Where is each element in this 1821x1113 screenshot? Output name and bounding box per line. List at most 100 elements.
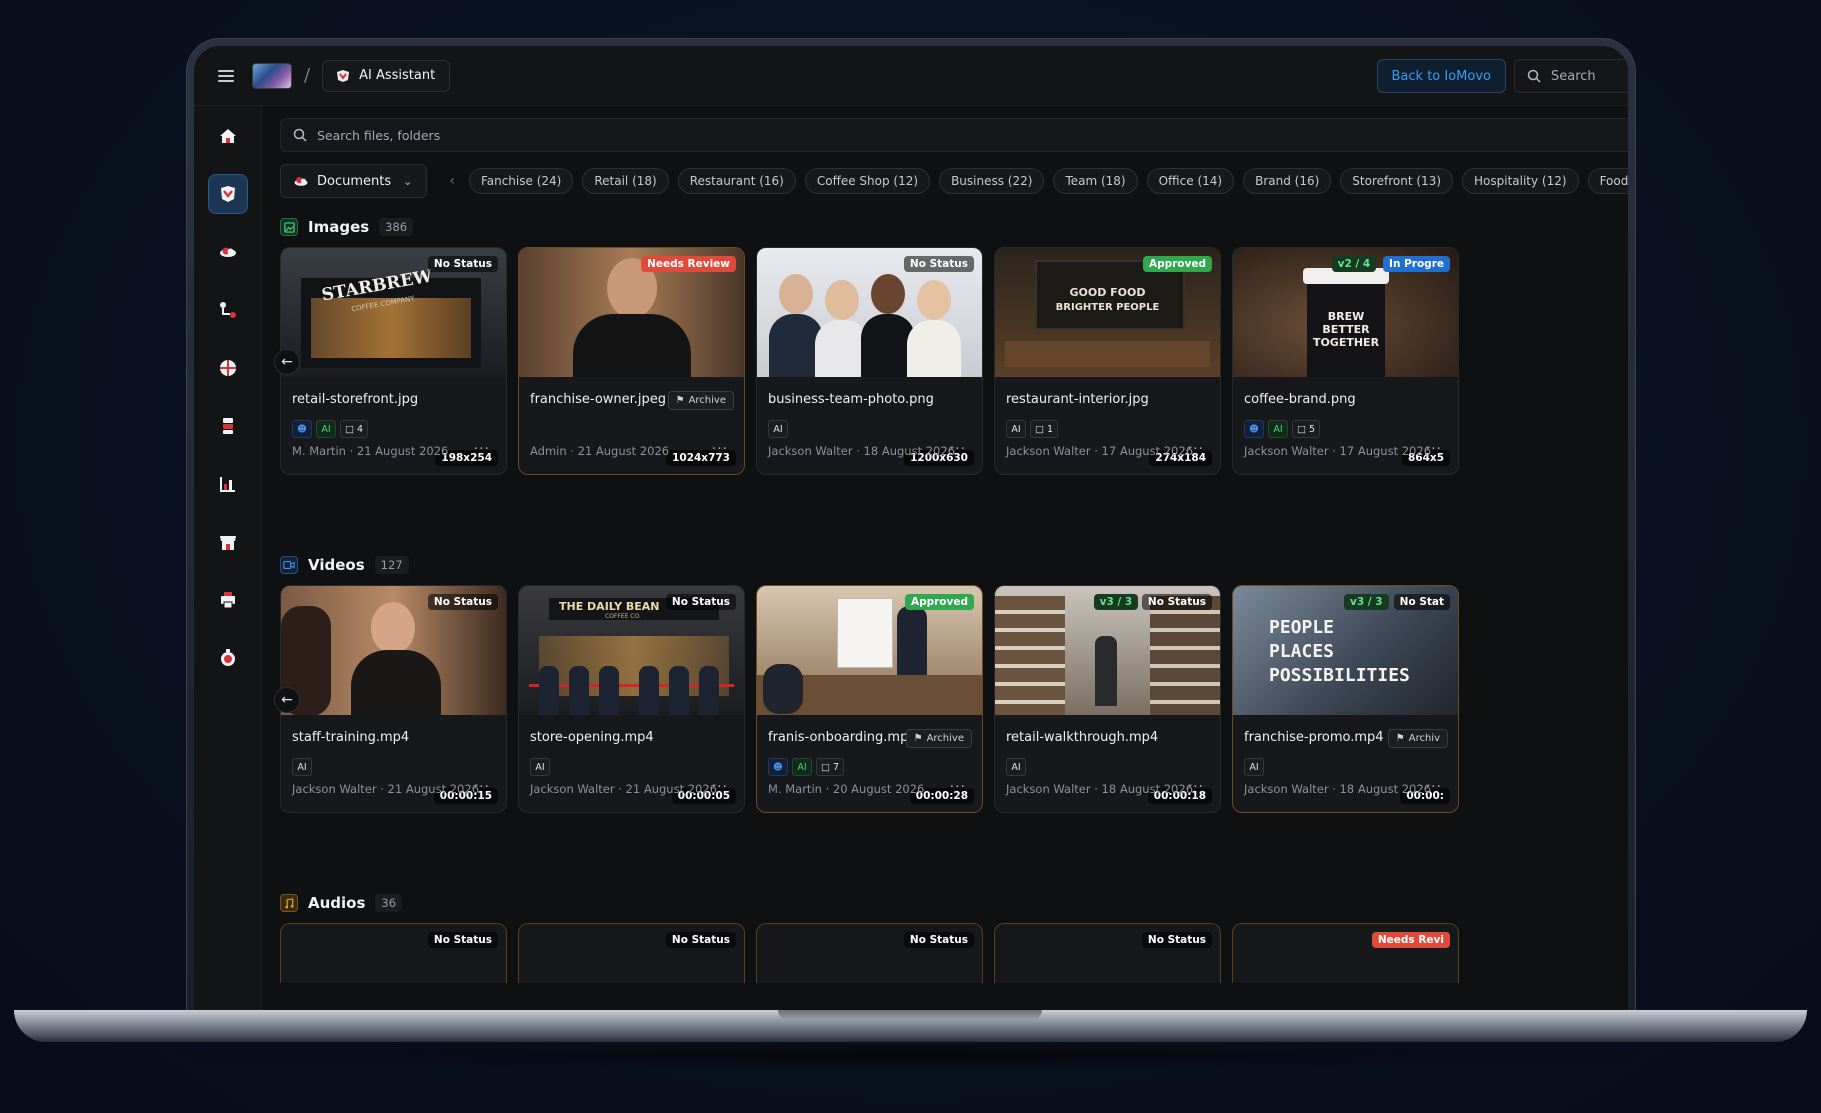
archive-button[interactable]: ⚑ Archiv <box>1387 729 1448 748</box>
assignee-tag[interactable]: ☻ <box>768 758 788 776</box>
ai-tag[interactable]: AI <box>768 420 788 438</box>
ai-tag[interactable]: AI <box>1006 420 1026 438</box>
more-options-icon[interactable]: ··· <box>474 779 490 795</box>
file-name[interactable]: franis-onboarding.mp4 <box>768 730 917 745</box>
sidebar-item-brand-library[interactable] <box>207 174 248 214</box>
workspace-avatar[interactable] <box>252 62 292 89</box>
more-options-icon[interactable]: ··· <box>1188 441 1204 457</box>
more-options-icon[interactable]: ··· <box>712 779 728 795</box>
version-badge: v2 / 4 <box>1331 256 1377 272</box>
filter-chip[interactable]: Fanchise (24) <box>468 168 574 194</box>
more-options-icon[interactable]: ··· <box>1426 779 1442 795</box>
file-name[interactable]: retail-walkthrough.mp4 <box>1006 730 1158 745</box>
sidebar-item-globe[interactable] <box>208 348 248 388</box>
comment-count: 5 <box>1308 423 1316 435</box>
back-to-iomovo-button[interactable]: Back to IoMovo <box>1376 59 1506 93</box>
filter-chip[interactable]: Office (14) <box>1146 168 1235 194</box>
ai-tag[interactable]: AI <box>292 758 312 776</box>
global-search-button[interactable]: Search <box>1514 59 1628 93</box>
ai-tag[interactable]: AI <box>1006 758 1026 776</box>
sidebar-item-timer[interactable] <box>208 638 248 678</box>
search-icon <box>1527 69 1541 83</box>
image-card[interactable]: STARBREW COFFEE COMPANY No Status 198x254 r… <box>280 247 507 475</box>
video-card[interactable]: THE DAILY BEAN COFFEE CO. No Status 00:00… <box>518 585 745 813</box>
chevron-left-icon[interactable]: ‹ <box>449 173 455 189</box>
ai-tag[interactable]: AI <box>1268 420 1288 438</box>
image-card[interactable]: Needs Review 1024x773 franchise-owner.jpeg… <box>518 247 745 475</box>
status-badge: No Status <box>427 594 498 610</box>
file-search-field[interactable]: Search files, folders <box>280 118 1628 152</box>
assignee-tag[interactable]: ☻ <box>1244 420 1264 438</box>
sidebar-item-layers[interactable] <box>208 406 248 446</box>
archive-button[interactable]: ⚑ Archive <box>667 391 734 410</box>
audio-card[interactable]: Needs Revi <box>1232 923 1459 983</box>
file-name[interactable]: franchise-owner.jpeg <box>530 392 666 407</box>
documents-dropdown[interactable]: Documents ⌄ <box>280 164 428 198</box>
ai-assistant-button[interactable]: AI Assistant <box>322 59 451 92</box>
workflow-icon <box>219 302 236 318</box>
file-name[interactable]: retail-storefront.jpg <box>292 392 418 407</box>
image-card[interactable]: BREW BETTER TOGETHER v2 / 4 In Progre 864x… <box>1232 247 1459 475</box>
laptop-notch <box>778 1010 1042 1020</box>
comments-tag[interactable]: □ 4 <box>340 420 369 438</box>
filter-chip[interactable]: Food <box>1587 168 1628 194</box>
more-options-icon[interactable]: ··· <box>1426 441 1442 457</box>
sidebar-item-print[interactable] <box>208 580 248 620</box>
filter-chip[interactable]: Coffee Shop (12) <box>804 168 931 194</box>
more-options-icon[interactable]: ··· <box>950 779 966 795</box>
archive-button[interactable]: ⚑ Archive <box>905 729 972 748</box>
ai-tag[interactable]: AI <box>792 758 812 776</box>
ai-tag[interactable]: AI <box>316 420 336 438</box>
filter-chip[interactable]: Retail (18) <box>582 168 669 194</box>
sidebar-item-cloud[interactable] <box>208 232 248 272</box>
filter-chip[interactable]: Hospitality (12) <box>1462 168 1579 194</box>
file-name[interactable]: coffee-brand.png <box>1244 392 1356 407</box>
video-card[interactable]: v3 / 3 No Status 00:00:18 retail-walkthroug… <box>994 585 1221 813</box>
file-name[interactable]: staff-training.mp4 <box>292 730 409 745</box>
filter-chip[interactable]: Restaurant (16) <box>677 168 796 194</box>
more-options-icon[interactable]: ··· <box>1188 779 1204 795</box>
sidebar-item-analytics[interactable] <box>208 464 248 504</box>
image-card[interactable]: GOOD FOOD BRIGHTER PEOPLE Approved 274x18… <box>994 247 1221 475</box>
audio-card[interactable]: No Status <box>280 923 507 983</box>
comment-icon: □ <box>1297 423 1306 435</box>
audio-card[interactable]: No Status <box>756 923 983 983</box>
scroll-left-button[interactable]: ← <box>274 349 300 375</box>
video-card[interactable]: No Status 00:00:15 staff-training.mp4 AI Jac… <box>280 585 507 813</box>
filter-chip[interactable]: Storefront (13) <box>1340 168 1454 194</box>
filter-chip[interactable]: Brand (16) <box>1243 168 1332 194</box>
comments-tag[interactable]: □ 1 <box>1030 420 1059 438</box>
layers-icon <box>222 418 233 434</box>
more-options-icon[interactable]: ··· <box>474 441 490 457</box>
sidebar-item-home[interactable] <box>208 116 248 156</box>
audio-card[interactable]: No Status <box>518 923 745 983</box>
video-card[interactable]: PEOPLE PLACES POSSIBILITIES v3 / 3 No Sta… <box>1232 585 1459 813</box>
assignee-tag[interactable]: ☻ <box>292 420 312 438</box>
audio-card[interactable]: No Status <box>994 923 1221 983</box>
filter-chip[interactable]: Team (18) <box>1053 168 1138 194</box>
file-name[interactable]: franchise-promo.mp4 <box>1244 730 1384 745</box>
comments-tag[interactable]: □ 7 <box>816 758 845 776</box>
comment-count: 7 <box>832 761 840 773</box>
comments-tag[interactable]: □ 5 <box>1292 420 1321 438</box>
cup-text-line1: BREW <box>1327 310 1365 323</box>
file-meta: Jackson Walter · 17 August 2026 <box>1244 444 1432 458</box>
sidebar-item-workflow[interactable] <box>208 290 248 330</box>
video-card[interactable]: Approved 00:00:28 franis-onboarding.mp4 ⚑ Ar… <box>756 585 983 813</box>
more-options-icon[interactable]: ··· <box>950 441 966 457</box>
image-card[interactable]: No Status 1200x630 business-team-photo.png… <box>756 247 983 475</box>
ai-tag[interactable]: AI <box>1244 758 1264 776</box>
ai-tag[interactable]: AI <box>530 758 550 776</box>
menu-icon[interactable] <box>218 69 234 82</box>
tag-list: ☻ AI □ 4 <box>292 420 369 438</box>
file-meta: Jackson Walter · 18 August 2026 <box>1244 782 1432 796</box>
store-icon <box>219 536 236 550</box>
scroll-left-button[interactable]: ← <box>274 687 300 713</box>
top-bar: / AI Assistant Back to IoMovo Search <box>194 46 1628 106</box>
file-name[interactable]: store-opening.mp4 <box>530 730 654 745</box>
more-options-icon[interactable]: ··· <box>712 441 728 457</box>
file-name[interactable]: business-team-photo.png <box>768 392 934 407</box>
file-name[interactable]: restaurant-interior.jpg <box>1006 392 1149 407</box>
filter-chip[interactable]: Business (22) <box>939 168 1045 194</box>
sidebar-item-store[interactable] <box>208 522 248 562</box>
